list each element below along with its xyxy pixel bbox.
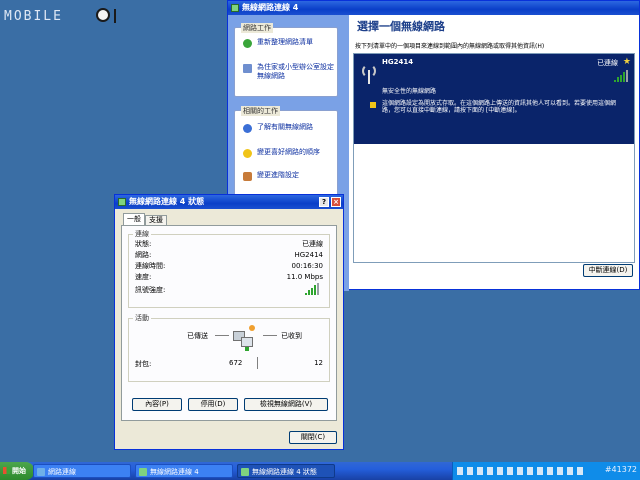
smiley-icon bbox=[96, 8, 110, 22]
refresh-icon bbox=[243, 39, 252, 48]
tab-body: 連線 狀態: 已連線 網路: HG2414 連線時間: 00:16:30 速度:… bbox=[121, 225, 337, 421]
related-tasks-header: 相關的工作 bbox=[241, 106, 280, 116]
connection-group-label: 連線 bbox=[133, 229, 151, 239]
taskbar-item-wireless-connection[interactable]: 無線網路連線 4 bbox=[135, 464, 233, 478]
network-icon bbox=[118, 198, 126, 206]
signal-bar bbox=[317, 283, 319, 295]
setup-home-network-link[interactable]: 為住家或小型辦公室設定無線網路 bbox=[243, 63, 335, 81]
signal-bar bbox=[626, 70, 628, 82]
related-tasks-panel: 相關的工作 了解有關無線網路 變更喜好網路的順序 變更進階設定 bbox=[234, 106, 338, 200]
network-row: 網路: HG2414 bbox=[135, 251, 323, 259]
view-wireless-networks-button[interactable]: 檢視無線網路(V) bbox=[244, 398, 328, 411]
windows-logo-icon bbox=[3, 467, 10, 474]
packets-divider bbox=[257, 357, 258, 369]
taskbar-item-status-dialog[interactable]: 無線網路連線 4 狀態 bbox=[237, 464, 335, 478]
mobile-logo-text: MOBILE bbox=[4, 9, 63, 24]
properties-button[interactable]: 內容(P) bbox=[132, 398, 182, 411]
connection-group: 連線 狀態: 已連線 網路: HG2414 連線時間: 00:16:30 速度:… bbox=[128, 229, 330, 308]
disable-button[interactable]: 停用(D) bbox=[188, 398, 238, 411]
connection-status-dialog: 無線網路連線 4 狀態 ? × 一般 支援 連線 狀態: 已連線 網路: HG2… bbox=[114, 194, 344, 450]
network-signal-bars bbox=[614, 70, 628, 82]
wireless-window-titlebar[interactable]: 無線網路連線 4 bbox=[228, 1, 639, 15]
signal-bar bbox=[308, 290, 310, 295]
speed-row: 速度: 11.0 Mbps bbox=[135, 273, 323, 281]
computers-activity-icon bbox=[233, 325, 259, 351]
signal-bar bbox=[614, 80, 616, 82]
refresh-network-list-link[interactable]: 重新整理網路清單 bbox=[243, 38, 335, 48]
taskbar-item-network-connections[interactable]: 網路連線 bbox=[33, 464, 131, 478]
network-icon bbox=[241, 468, 249, 476]
tab-general[interactable]: 一般 bbox=[123, 213, 145, 225]
activity-group-label: 活動 bbox=[133, 313, 151, 323]
learn-wireless-link[interactable]: 了解有關無線網路 bbox=[243, 123, 335, 133]
network-warning-text: 這個網路設定為開放式存取。在這個網路上傳送的資訊其他人可以看到。若要使用這個網路… bbox=[382, 100, 617, 114]
network-icon bbox=[231, 4, 239, 12]
packets-received-value: 12 bbox=[314, 359, 323, 367]
activity-group: 活動 已傳送 已收到 封包: 672 12 bbox=[128, 313, 330, 382]
start-button[interactable]: 開始 bbox=[0, 462, 34, 480]
help-button[interactable]: ? bbox=[319, 197, 329, 207]
star-icon bbox=[243, 149, 252, 158]
network-tasks-panel: 網路工作 重新整理網路清單 為住家或小型辦公室設定無線網路 bbox=[234, 23, 338, 97]
close-button[interactable]: 關閉(C) bbox=[289, 431, 337, 444]
received-line bbox=[263, 335, 277, 336]
packets-sent-value: 672 bbox=[229, 359, 243, 367]
network-status: 已連線 bbox=[597, 59, 618, 67]
status-dialog-title: 無線網路連線 4 狀態 bbox=[129, 197, 205, 206]
network-folder-icon bbox=[37, 468, 45, 476]
setup-wizard-icon bbox=[243, 64, 252, 73]
signal-bar bbox=[620, 75, 622, 82]
change-network-order-link[interactable]: 變更喜好網路的順序 bbox=[243, 148, 335, 158]
tab-support[interactable]: 支援 bbox=[145, 215, 167, 225]
wireless-window-title: 無線網路連線 4 bbox=[242, 3, 299, 12]
received-label: 已收到 bbox=[281, 332, 302, 340]
disconnect-button[interactable]: 中斷連線(D) bbox=[583, 264, 633, 277]
signal-bar bbox=[623, 72, 625, 82]
fork-icon bbox=[114, 9, 116, 23]
network-list-item[interactable]: HG2414 已連線 ★ 無安全性的無線網路 這個網路設定為開放式存取。在這個網… bbox=[354, 54, 634, 144]
network-content: 選擇一個無線網路 按下列清單中的一個項目來連線到範圍內的無線網路或取得其他資訊(… bbox=[349, 15, 639, 289]
signal-bar bbox=[617, 77, 619, 82]
settings-icon bbox=[243, 172, 252, 181]
sent-line bbox=[215, 335, 229, 336]
wireless-signal-icon bbox=[360, 64, 378, 86]
duration-row: 連線時間: 00:16:30 bbox=[135, 262, 323, 270]
page-title: 選擇一個無線網路 bbox=[357, 20, 445, 33]
close-window-button[interactable]: × bbox=[331, 197, 341, 207]
status-dialog-titlebar[interactable]: 無線網路連線 4 狀態 ? × bbox=[115, 195, 343, 209]
signal-strength-bars bbox=[305, 283, 321, 295]
signal-bar bbox=[311, 288, 313, 295]
system-tray: #41372 bbox=[452, 462, 640, 480]
taskbar-watermark: #41372 bbox=[604, 465, 637, 474]
network-list: HG2414 已連線 ★ 無安全性的無線網路 這個網路設定為開放式存取。在這個網… bbox=[353, 53, 635, 263]
sent-label: 已傳送 bbox=[187, 332, 208, 340]
network-tasks-header: 網路工作 bbox=[241, 23, 273, 33]
instruction-text: 按下列清單中的一個項目來連線到範圍內的無線網路或取得其他資訊(H) bbox=[355, 43, 545, 50]
network-ssid: HG2414 bbox=[382, 58, 414, 66]
status-row: 狀態: 已連線 bbox=[135, 240, 323, 248]
preferred-star-icon: ★ bbox=[622, 57, 631, 67]
signal-bar bbox=[305, 293, 307, 295]
info-icon bbox=[243, 124, 252, 133]
tray-icons[interactable] bbox=[457, 467, 587, 475]
open-network-warning-icon bbox=[370, 102, 376, 108]
advanced-settings-link[interactable]: 變更進階設定 bbox=[243, 171, 335, 181]
network-security: 無安全性的無線網路 bbox=[382, 88, 437, 95]
mobile-logo: MOBILE bbox=[4, 6, 124, 26]
packets-label: 封包: bbox=[135, 360, 152, 368]
signal-bar bbox=[314, 285, 316, 295]
signal-row: 訊號強度: bbox=[129, 283, 329, 296]
network-icon bbox=[139, 468, 147, 476]
